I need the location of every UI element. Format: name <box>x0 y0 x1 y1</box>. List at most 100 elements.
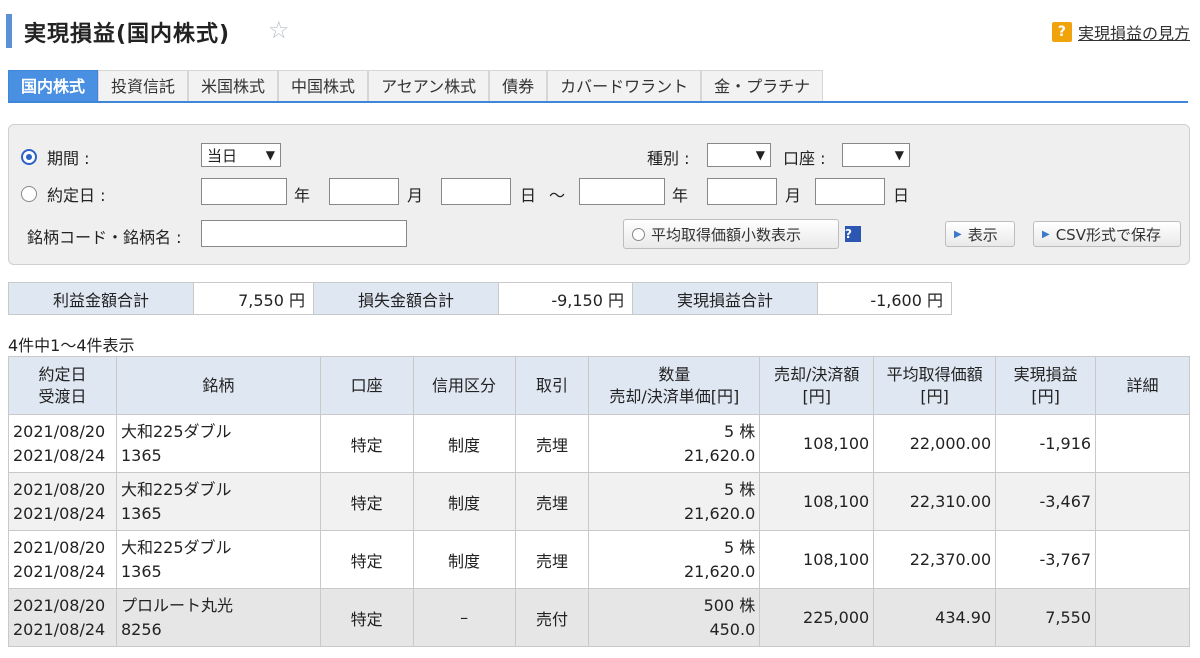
col-detail: 詳細 <box>1095 356 1190 415</box>
account-select[interactable]: ▼ <box>842 143 910 167</box>
tab-china-stock[interactable]: 中国株式 <box>278 70 369 101</box>
avg-price-cell: 22,000.00 <box>873 414 997 473</box>
to-day-input[interactable] <box>815 178 885 205</box>
avg-price-cell: 22,370.00 <box>873 530 997 589</box>
tab-asean-stock[interactable]: アセアン株式 <box>368 70 490 101</box>
security-name: 大和225ダブル <box>120 421 232 441</box>
security-code: 1365 <box>120 445 162 465</box>
col-avg-label: 平均取得価額 <box>886 364 983 384</box>
month-label: 月 <box>407 186 424 205</box>
date-cell: 2021/08/20 2021/08/24 <box>8 588 117 647</box>
date-cell: 2021/08/20 2021/08/24 <box>8 472 117 531</box>
detail-cell <box>1095 588 1190 647</box>
contract-date: 2021/08/20 <box>13 421 106 441</box>
help-icon[interactable]: ? <box>845 226 861 242</box>
tab-investment-trust[interactable]: 投資信託 <box>98 70 189 101</box>
col-pl-unit: [円] <box>1031 386 1060 406</box>
help-link[interactable]: ? 実現損益の見方 <box>1051 20 1190 44</box>
decimal-toggle-label: 平均取得価額小数表示 <box>651 225 802 244</box>
help-link-label[interactable]: 実現損益の見方 <box>1078 20 1190 44</box>
quantity: 5 株 <box>723 537 756 557</box>
col-contract-date: 約定日 <box>38 364 87 384</box>
col-delivery-date: 受渡日 <box>38 386 87 406</box>
filter-panel: 期間 : 当日 ▼ 種別 : ▼ 口座 : ▼ 約定日 : 年 月 日 〜 年 … <box>8 124 1190 265</box>
asset-tabs: 国内株式 投資信託 米国株式 中国株式 アセアン株式 債券 カバードワラント 金… <box>8 70 1188 103</box>
col-quantity: 数量 売却/決済単価[円] <box>588 356 761 415</box>
realized-total-value: -1,600 円 <box>817 282 952 315</box>
period-radio[interactable] <box>21 149 37 165</box>
to-month-input[interactable] <box>707 178 777 205</box>
code-label: 銘柄コード・銘柄名 : <box>27 228 182 247</box>
csv-save-button[interactable]: ▶ CSV形式で保存 <box>1033 221 1181 247</box>
csv-button-label: CSV形式で保存 <box>1055 225 1161 244</box>
type-select[interactable]: ▼ <box>707 143 771 167</box>
table-row: 2021/08/20 2021/08/24 大和225ダブル 1365 特定 制度 … <box>8 414 1190 473</box>
name-cell: 大和225ダブル 1365 <box>115 472 321 531</box>
day-label: 日 <box>520 186 537 205</box>
period-select-value: 当日 <box>207 146 238 165</box>
star-favorite-icon[interactable]: ☆ <box>268 16 290 44</box>
profit-total-value: 7,550 円 <box>193 282 314 315</box>
quantity: 500 株 <box>703 595 756 615</box>
account-cell: 特定 <box>319 530 414 589</box>
margin-cell: 制度 <box>412 472 516 531</box>
col-dates: 約定日 受渡日 <box>8 356 117 415</box>
results-table: 約定日 受渡日 銘柄 口座 信用区分 取引 数量 売却/決済単価[円] 売却/決… <box>8 356 1190 647</box>
realized-total-label: 実現損益合計 <box>632 282 818 315</box>
quantity-cell: 5 株 21,620.0 <box>588 530 761 589</box>
quantity-cell: 5 株 21,620.0 <box>588 414 761 473</box>
tab-domestic-stock[interactable]: 国内株式 <box>8 70 99 101</box>
margin-cell: – <box>412 588 516 647</box>
amount-cell: 108,100 <box>759 530 875 589</box>
to-year-input[interactable] <box>579 178 665 205</box>
tab-bond[interactable]: 債券 <box>489 70 548 101</box>
period-label: 期間 : <box>47 149 90 168</box>
delivery-date: 2021/08/24 <box>13 561 106 581</box>
play-arrow-icon: ▶ <box>1042 228 1050 240</box>
loss-total-label: 損失金額合計 <box>313 282 499 315</box>
delivery-date: 2021/08/24 <box>13 619 106 639</box>
detail-cell <box>1095 472 1190 531</box>
period-select[interactable]: 当日 ▼ <box>201 143 281 167</box>
security-name: 大和225ダブル <box>120 537 232 557</box>
chevron-down-icon: ▼ <box>265 148 275 162</box>
code-input[interactable] <box>201 220 407 247</box>
tab-us-stock[interactable]: 米国株式 <box>188 70 279 101</box>
from-year-input[interactable] <box>201 178 287 205</box>
amount-cell: 108,100 <box>759 414 875 473</box>
name-cell: 大和225ダブル 1365 <box>115 530 321 589</box>
unit-price: 21,620.0 <box>684 561 756 581</box>
contract-date: 2021/08/20 <box>13 595 106 615</box>
security-code: 8256 <box>120 619 162 639</box>
col-sale-unit: [円] <box>802 386 831 406</box>
from-day-input[interactable] <box>441 178 511 205</box>
year-label: 年 <box>672 186 689 205</box>
pl-cell: -3,467 <box>995 472 1097 531</box>
account-label: 口座 : <box>783 149 826 168</box>
amount-cell: 225,000 <box>759 588 875 647</box>
contract-date-radio[interactable] <box>21 186 37 202</box>
tab-covered-warrant[interactable]: カバードワラント <box>547 70 702 101</box>
account-cell: 特定 <box>319 472 414 531</box>
quantity: 5 株 <box>723 421 756 441</box>
table-row: 2021/08/20 2021/08/24 大和225ダブル 1365 特定 制度 … <box>8 472 1190 531</box>
year-label: 年 <box>294 186 311 205</box>
contract-date: 2021/08/20 <box>13 537 106 557</box>
pl-cell: 7,550 <box>995 588 1097 647</box>
from-month-input[interactable] <box>329 178 399 205</box>
col-trade: 取引 <box>514 356 590 415</box>
show-button[interactable]: ▶ 表示 <box>945 221 1015 247</box>
tab-gold-platinum[interactable]: 金・プラチナ <box>701 70 824 101</box>
date-cell: 2021/08/20 2021/08/24 <box>8 530 117 589</box>
security-code: 1365 <box>120 503 162 523</box>
col-unit-price-label: 売却/決済単価[円] <box>609 386 740 406</box>
decimal-toggle-button[interactable]: 平均取得価額小数表示 <box>623 219 839 249</box>
result-count: 4件中1〜4件表示 <box>8 336 135 355</box>
name-cell: 大和225ダブル 1365 <box>115 414 321 473</box>
unit-price: 450.0 <box>709 619 756 639</box>
security-name: 大和225ダブル <box>120 479 232 499</box>
col-qty-label: 数量 <box>658 364 691 384</box>
trade-cell: 売埋 <box>514 414 590 473</box>
question-icon: ? <box>1051 22 1072 42</box>
account-cell: 特定 <box>319 588 414 647</box>
